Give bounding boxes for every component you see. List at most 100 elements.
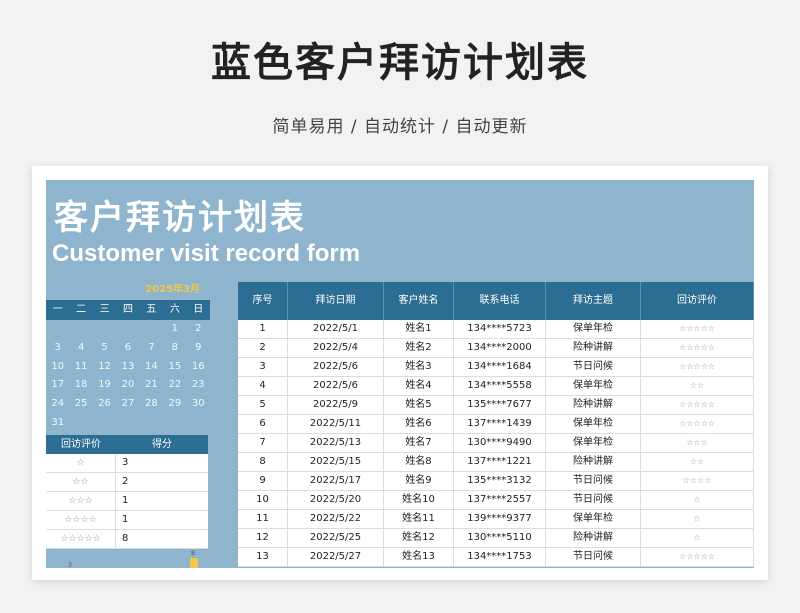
table-row: 5 2022/5/9 姓名5 135****7677 险种讲解 ☆☆☆☆☆ xyxy=(238,396,754,415)
calendar-day: 7 xyxy=(148,341,155,353)
calendar-day: 1 xyxy=(171,323,179,334)
table-cell: 姓名3 xyxy=(384,358,454,376)
calendar-day: 9 xyxy=(195,341,202,353)
calendar-day xyxy=(116,414,139,433)
table-cell: 137****1221 xyxy=(454,453,546,471)
table-row: 12 2022/5/25 姓名12 130****5110 险种讲解 ☆ xyxy=(238,529,754,548)
table-cell: 姓名11 xyxy=(384,510,454,528)
table-cell: ☆ xyxy=(641,529,754,547)
weekday-label: 二 xyxy=(76,304,87,315)
rating-summary-header: 回访评价 得分 xyxy=(46,435,208,454)
calendar-day: 23 xyxy=(191,379,205,391)
table-cell: 12 xyxy=(238,529,288,547)
rating-summary: 回访评价 得分 ☆ 3 ☆☆ 2 ☆☆☆ 1 ☆☆☆☆ 1 ☆☆☆☆☆ 8 xyxy=(46,435,208,549)
table-cell: 2022/5/25 xyxy=(288,529,384,547)
calendar-day: 19 xyxy=(98,379,111,391)
table-row: 1 2022/5/1 姓名1 134****5723 保单年检 ☆☆☆☆☆ xyxy=(238,320,754,339)
table-cell: 1 xyxy=(238,320,288,338)
table-row: 8 2022/5/15 姓名8 137****1221 险种讲解 ☆☆ xyxy=(238,453,754,472)
table-cell: 11 xyxy=(238,510,288,528)
table-cell: 保单年检 xyxy=(546,434,641,452)
calendar-day xyxy=(46,320,69,339)
table-row: 4 2022/5/6 姓名4 134****5558 保单年检 ☆☆ xyxy=(238,377,754,396)
table-cell: 姓名4 xyxy=(384,377,454,395)
calendar-day: 4 xyxy=(77,341,85,353)
chart-dot-label: 3 xyxy=(68,562,72,568)
table-cell: 2022/5/22 xyxy=(288,510,384,528)
table-cell: ☆☆☆☆☆ xyxy=(641,396,754,414)
calendar-day xyxy=(93,414,116,433)
calendar-day: 26 xyxy=(98,398,111,410)
calendar-day: 20 xyxy=(121,379,135,391)
rating-score: 1 xyxy=(122,514,129,525)
calendar-day: 10 xyxy=(51,360,65,372)
table-row: 6 2022/5/11 姓名6 137****1439 保单年检 ☆☆☆☆☆ xyxy=(238,415,754,434)
table-cell: 130****9490 xyxy=(454,434,546,452)
table-cell: 姓名6 xyxy=(384,415,454,433)
table-cell: 节日问候 xyxy=(546,358,641,376)
calendar-day: 11 xyxy=(74,360,88,372)
rating-stars: ☆☆☆☆ xyxy=(46,511,116,529)
calendar-day: 29 xyxy=(168,398,182,410)
table-cell: 姓名2 xyxy=(384,339,454,357)
table-cell: ☆☆☆ xyxy=(641,434,754,452)
table-cell: 2022/5/20 xyxy=(288,491,384,509)
table-cell: 节日问候 xyxy=(546,491,641,509)
rating-score: 2 xyxy=(122,476,129,487)
calendar-month: 2025年3月 xyxy=(145,284,200,295)
rating-row: ☆☆☆ 1 xyxy=(46,492,208,511)
table-cell: 2022/5/11 xyxy=(288,415,384,433)
table-cell: ☆ xyxy=(641,491,754,509)
weekday-label: 一 xyxy=(52,304,63,315)
rating-row: ☆☆ 2 xyxy=(46,473,208,492)
rating-stars: ☆ xyxy=(46,454,116,472)
table-cell: 险种讲解 xyxy=(546,339,641,357)
table-cell: 险种讲解 xyxy=(546,396,641,414)
table-cell: 2022/5/17 xyxy=(288,472,384,490)
banner: 客户拜访计划表 Customer visit record form 2025年… xyxy=(46,180,754,568)
table-cell: 9 xyxy=(238,472,288,490)
table-cell: 137****2557 xyxy=(454,491,546,509)
rating-header-cell: 得分 xyxy=(152,439,172,450)
calendar: 2025年3月 一二三四五六日 1 2 3 4 5 6 7 8 9 10 11 12 13 14 15 16 1… xyxy=(46,280,210,433)
table-cell: ☆☆ xyxy=(641,453,754,471)
rating-header-cell: 回访评价 xyxy=(61,439,101,450)
table-row: 3 2022/5/6 姓名3 134****1684 节日问候 ☆☆☆☆☆ xyxy=(238,358,754,377)
calendar-day: 17 xyxy=(51,379,65,391)
table-cell: 134****5558 xyxy=(454,377,546,395)
table-cell: 2022/5/4 xyxy=(288,339,384,357)
table-row: 7 2022/5/13 姓名7 130****9490 保单年检 ☆☆☆ xyxy=(238,434,754,453)
table-cell: 139****9377 xyxy=(454,510,546,528)
table-cell: 姓名10 xyxy=(384,491,454,509)
table-cell: 134****2000 xyxy=(454,339,546,357)
table-cell: 5 xyxy=(238,396,288,414)
rating-row: ☆☆☆☆ 1 xyxy=(46,511,208,530)
table-cell: 节日问候 xyxy=(546,548,641,566)
calendar-day xyxy=(69,320,92,339)
table-cell: ☆ xyxy=(641,510,754,528)
calendar-day: 30 xyxy=(191,398,205,410)
rating-score: 3 xyxy=(122,457,129,468)
weekday-label: 六 xyxy=(169,304,180,315)
table-cell: ☆☆☆☆☆ xyxy=(641,320,754,338)
calendar-day: 14 xyxy=(145,360,158,372)
table-cell: 保单年检 xyxy=(546,510,641,528)
rating-stars: ☆☆☆ xyxy=(46,492,116,510)
rating-stars: ☆☆ xyxy=(46,473,116,491)
calendar-day: 8 xyxy=(171,341,179,353)
calendar-day xyxy=(116,320,139,339)
table-cell: 险种讲解 xyxy=(546,529,641,547)
calendar-day: 27 xyxy=(121,398,135,410)
rating-row: ☆☆☆☆☆ 8 xyxy=(46,530,208,549)
table-cell: 7 xyxy=(238,434,288,452)
chart-bar xyxy=(190,558,198,568)
calendar-weekdays: 一二三四五六日 xyxy=(46,300,210,320)
table-cell: 135****3132 xyxy=(454,472,546,490)
table-cell: 保单年检 xyxy=(546,377,641,395)
table-cell: ☆☆☆☆☆ xyxy=(641,339,754,357)
page-subtitle: 简单易用 / 自动统计 / 自动更新 xyxy=(272,117,528,137)
table-row: 2 2022/5/4 姓名2 134****2000 险种讲解 ☆☆☆☆☆ xyxy=(238,339,754,358)
table-cell: 8 xyxy=(238,453,288,471)
table-cell: 2022/5/15 xyxy=(288,453,384,471)
table-cell: ☆☆☆☆☆ xyxy=(641,415,754,433)
